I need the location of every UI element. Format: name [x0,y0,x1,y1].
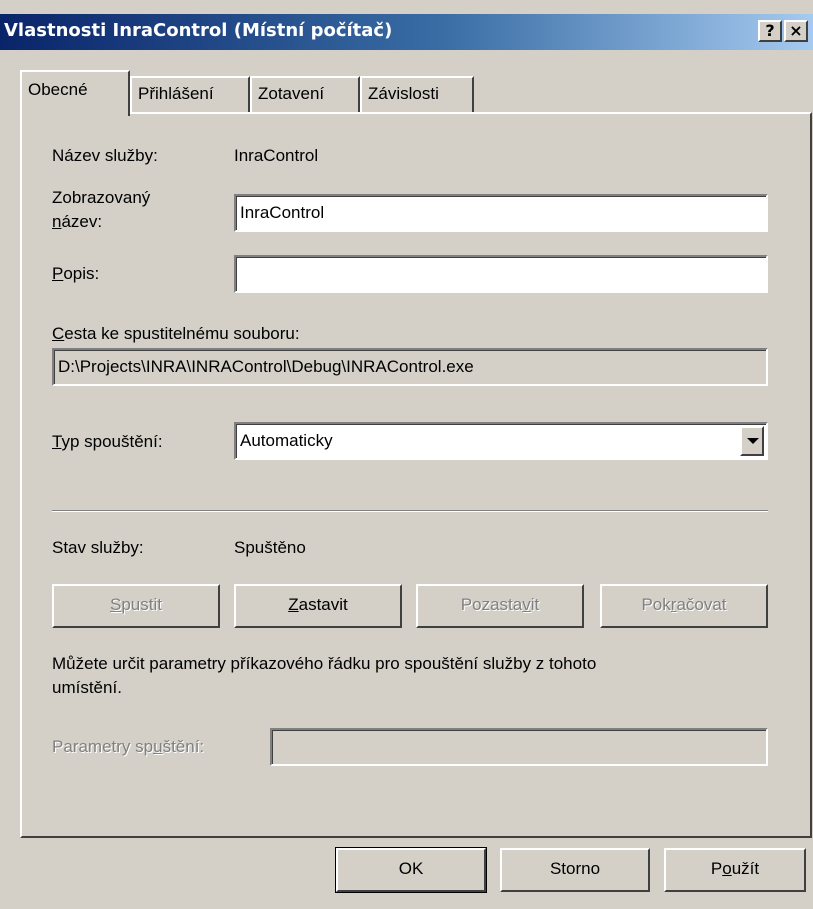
cancel-button[interactable]: Storno [500,848,650,892]
help-button[interactable]: ? [758,20,782,42]
service-properties-dialog: Vlastnosti InraControl (Místní počítač) … [0,0,813,909]
description-label: Popis: [52,264,100,283]
startup-type-value: Automaticky [240,431,333,450]
tab-logon[interactable]: Přihlášení [130,76,250,114]
window-title: Vlastnosti InraControl (Místní počítač) [4,20,393,41]
startup-type-dropdown[interactable]: Automaticky [234,422,768,460]
pause-service-button[interactable]: Pozastavit [416,584,584,628]
service-status-value: Spuštěno [234,538,306,557]
start-service-button[interactable]: Spustit [52,584,220,628]
startup-type-label: Typ spouštění: [52,432,163,451]
service-name-label: Název služby: [52,146,158,165]
start-params-label: Parametry spuštění: [52,737,205,756]
close-button[interactable]: × [784,20,808,42]
chevron-down-icon[interactable] [740,426,764,456]
display-name-label-line1: Zobrazovaný [52,188,151,207]
resume-service-button[interactable]: Pokračovat [600,584,768,628]
display-name-input[interactable] [234,194,768,232]
stop-service-button[interactable]: Zastavit [234,584,402,628]
display-name-label-line2: název: [52,212,103,231]
tab-general[interactable]: Obecné [20,70,130,116]
service-status-label: Stav služby: [52,538,144,557]
executable-path-field[interactable]: D:\Projects\INRA\INRAControl\Debug\INRAC… [52,348,768,386]
params-hint-line1: Můžete určit parametry příkazového řádku… [52,654,597,673]
ok-button[interactable]: OK [335,847,487,893]
service-name-value: InraControl [234,146,319,165]
tab-recovery[interactable]: Zotavení [250,76,360,114]
separator [52,510,768,512]
description-input[interactable] [234,255,768,293]
tab-dependencies[interactable]: Závislosti [360,76,474,114]
params-hint-line2: umístění. [52,678,122,697]
executable-path-label: Cesta ke spustitelnému souboru: [52,324,300,343]
apply-button[interactable]: Použít [664,848,806,892]
start-params-input[interactable] [270,728,768,766]
title-bar[interactable]: Vlastnosti InraControl (Místní počítač) … [0,14,813,50]
